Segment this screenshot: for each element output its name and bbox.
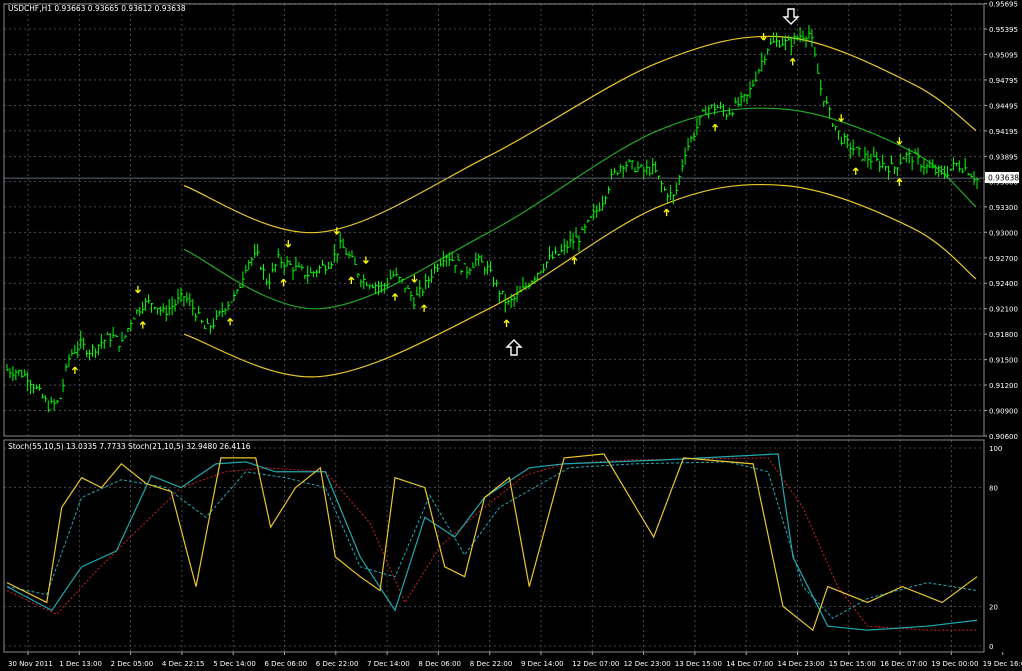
channel-middle (183, 107, 977, 310)
y-tick-label: 0.92400 (989, 280, 1018, 288)
y-tick-label: 0.90600 (989, 433, 1018, 441)
y-tick-label: 0.91200 (989, 382, 1018, 390)
x-tick-label: 16 Dec 07:00 (880, 660, 927, 668)
up-arrow (663, 208, 670, 217)
down-arrow (134, 285, 141, 294)
y-tick-label: 0.95395 (989, 26, 1018, 34)
stoch21-main-line (6, 453, 978, 632)
big-up-arrow (505, 339, 523, 356)
x-tick-label: 2 Dec 05:00 (111, 660, 154, 668)
y-tick-label: 0.92700 (989, 255, 1018, 263)
sub-y-tick-label: 80 (989, 485, 998, 493)
down-arrow (285, 240, 292, 248)
x-tick-label: 13 Dec 15:00 (675, 660, 722, 668)
chart-canvas[interactable]: 0.95695 0.95395 0.95095 0.94795 0.94495 0.941… (0, 0, 1022, 671)
sub-header: Stoch(55,10,5) 13.0335 7.7733 Stoch(21,1… (8, 442, 251, 451)
up-arrow (896, 178, 903, 186)
up-arrow (712, 123, 719, 132)
x-tick-label: 7 Dec 14:00 (367, 660, 410, 668)
up-arrow (789, 57, 796, 66)
channel-lower (183, 183, 977, 378)
up-arrow (571, 256, 578, 265)
x-tick-label: 6 Dec 22:00 (316, 660, 359, 668)
y-tick-label: 0.94195 (989, 128, 1018, 136)
up-arrow (71, 366, 78, 375)
x-tick-label: 4 Dec 22:15 (162, 660, 205, 668)
x-tick-label: 19 Dec 16:00 (983, 660, 1022, 668)
y-tick-label: 0.93000 (989, 229, 1018, 237)
up-arrow (280, 278, 287, 287)
x-tick-label: 14 Dec 07:00 (726, 660, 773, 668)
x-tick-label: 5 Dec 14:00 (213, 660, 256, 668)
y-tick-label: 0.91800 (989, 331, 1018, 339)
up-arrow (392, 293, 398, 301)
y-tick-label: 0.94495 (989, 102, 1018, 110)
main-frame (3, 3, 985, 437)
x-tick-label: 8 Dec 06:00 (418, 660, 461, 668)
y-tick-label: 0.92100 (989, 306, 1018, 314)
y-tick-label: 0.91500 (989, 357, 1018, 365)
down-arrow (838, 114, 845, 122)
y-tick-label: 0.95095 (989, 51, 1018, 59)
y-tick-label: 0.90900 (989, 408, 1018, 416)
x-tick-label: 1 Dec 13:00 (59, 660, 102, 668)
x-tick-label: 9 Dec 14:00 (521, 660, 564, 668)
sub-frame (3, 439, 985, 653)
up-arrow (139, 321, 146, 329)
price-tag: 0.93638 (985, 172, 1019, 183)
price-tag-label: 0.93638 (988, 174, 1019, 183)
x-tick-label: 30 Nov 2011 (8, 660, 53, 668)
big-down-arrow (782, 8, 800, 25)
down-arrow (411, 275, 418, 283)
x-tick-label: 12 Dec 23:00 (624, 660, 671, 668)
main-header: USDCHF,H1 0.93663 0.93665 0.93612 0.9363… (8, 4, 186, 13)
up-arrow (852, 167, 859, 175)
stoch55-main-line (6, 453, 978, 631)
y-tick-label: 0.95695 (989, 1, 1018, 9)
y-tick-label: 0.93300 (989, 204, 1018, 212)
y-tick-label: 0.94795 (989, 77, 1018, 85)
x-tick-label: 12 Dec 07:00 (572, 660, 619, 668)
x-tick-label: 8 Dec 22:00 (470, 660, 513, 668)
sub-y-tick-label: 20 (989, 603, 998, 611)
sub-y-tick-label: 0 (989, 643, 993, 651)
x-tick-label: 15 Dec 15:00 (829, 660, 876, 668)
x-tick-label: 6 Dec 06:00 (265, 660, 308, 668)
sub-y-tick-label: 100 (989, 445, 1002, 453)
up-arrow (227, 317, 234, 326)
stoch55-signal-line (6, 457, 977, 631)
price-bars (6, 25, 979, 413)
y-tick-label: 0.93895 (989, 153, 1018, 161)
x-tick-label: 14 Dec 23:00 (778, 660, 825, 668)
up-arrow (503, 319, 510, 327)
x-tick-label: 19 Dec 00:00 (931, 660, 978, 668)
down-arrow (896, 137, 903, 145)
main-grid (4, 3, 984, 652)
stochastic-lines (6, 453, 978, 632)
